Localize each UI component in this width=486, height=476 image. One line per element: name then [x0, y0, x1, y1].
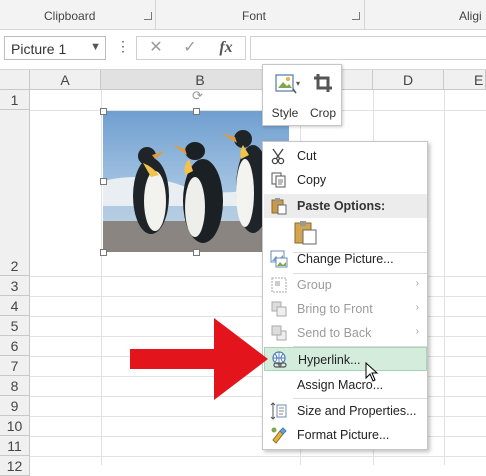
row-header-1[interactable]: 1 — [0, 90, 30, 110]
formula-bar: Picture 1 ▼ ⋮ ✕ ✓ fx — [0, 30, 486, 70]
alignment-group: Aligi — [365, 0, 486, 30]
style-label: Style — [271, 106, 299, 120]
change-picture-icon — [270, 250, 288, 268]
submenu-arrow-icon: › — [415, 326, 419, 337]
alignment-group-label: Aligi — [459, 9, 482, 23]
picture-style-icon — [275, 74, 297, 94]
formula-bar-grip-icon[interactable]: ⋮ — [116, 38, 130, 55]
resize-handle-bottom[interactable] — [193, 249, 200, 256]
crop-label: Crop — [309, 106, 336, 120]
menu-item-bring-to-front[interactable]: Bring to Front › — [264, 297, 427, 321]
mouse-cursor-icon — [365, 362, 379, 382]
crop-button[interactable]: Crop — [305, 69, 341, 123]
column-header-a[interactable]: A — [30, 70, 101, 90]
hyperlink-icon — [272, 351, 287, 368]
scissors-icon — [271, 148, 285, 165]
menu-item-send-to-back[interactable]: Send to Back › — [264, 321, 427, 345]
send-back-icon — [271, 325, 287, 341]
style-button[interactable]: ▾ Style — [267, 69, 303, 123]
menu-item-group-label: Group — [297, 278, 332, 292]
row-header-6[interactable]: 6 — [0, 336, 30, 356]
resize-handle-left[interactable] — [100, 178, 107, 185]
menu-item-group[interactable]: Group › — [264, 273, 427, 297]
font-launcher-icon[interactable] — [352, 12, 360, 20]
menu-item-format-picture-label: Format Picture... — [297, 428, 390, 442]
copy-icon — [271, 172, 286, 188]
paste-options-label: Paste Options: — [297, 199, 386, 213]
formula-input[interactable] — [250, 36, 486, 60]
menu-item-copy[interactable]: Copy — [264, 168, 427, 192]
menu-item-send-to-back-label: Send to Back — [297, 326, 372, 340]
name-box[interactable]: Picture 1 ▼ — [4, 36, 106, 60]
paste-option-picture[interactable] — [293, 220, 321, 248]
row-header-9[interactable]: 9 — [0, 396, 30, 416]
name-box-value: Picture 1 — [11, 41, 67, 57]
mini-toolbar: ▾ Style Crop — [262, 64, 342, 126]
resize-handle-top[interactable] — [193, 108, 200, 115]
menu-item-cut[interactable]: Cut — [264, 144, 427, 168]
menu-item-cut-label: Cut — [297, 149, 317, 163]
menu-item-size-and-properties[interactable]: Size and Properties... — [264, 399, 427, 423]
paste-picture-icon — [294, 221, 317, 245]
row-header-5[interactable]: 5 — [0, 316, 30, 336]
cancel-icon[interactable]: ✕ — [141, 37, 171, 59]
paste-options-header: Paste Options: — [264, 194, 427, 218]
menu-item-copy-label: Copy — [297, 173, 327, 187]
enter-icon[interactable]: ✓ — [175, 37, 205, 59]
menu-item-format-picture[interactable]: Format Picture... — [264, 423, 427, 447]
menu-item-hyperlink[interactable]: Hyperlink... — [264, 347, 427, 371]
row-header-12[interactable]: 12 — [0, 456, 30, 476]
group-icon — [271, 277, 287, 293]
submenu-arrow-icon: › — [415, 302, 419, 313]
rotate-handle-icon[interactable]: ⟳ — [192, 88, 203, 104]
clipboard-group-label: Clipboard — [44, 9, 96, 23]
crop-icon — [314, 74, 332, 92]
name-box-dropdown-icon[interactable]: ▼ — [90, 41, 101, 53]
menu-item-change-picture-label: Change Picture... — [297, 252, 394, 266]
resize-handle-bottom-left[interactable] — [100, 249, 107, 256]
bring-front-icon — [271, 301, 287, 317]
row-header-2[interactable]: 2 — [0, 110, 30, 276]
row-header-8[interactable]: 8 — [0, 376, 30, 396]
select-all-corner[interactable] — [0, 70, 30, 90]
context-menu: Cut Copy Paste Options: Change Picture..… — [262, 141, 428, 450]
size-properties-icon — [270, 402, 287, 420]
row-header-10[interactable]: 10 — [0, 416, 30, 436]
submenu-arrow-icon: › — [415, 278, 419, 289]
style-dropdown-icon: ▾ — [296, 79, 301, 88]
resize-handle-top-left[interactable] — [100, 108, 107, 115]
column-header-e[interactable]: E — [444, 70, 486, 90]
font-group: Font — [156, 0, 365, 30]
row-header-11[interactable]: 11 — [0, 436, 30, 456]
red-arrow-icon — [130, 318, 268, 400]
menu-item-hyperlink-label: Hyperlink... — [298, 353, 361, 367]
column-header-d[interactable]: D — [373, 70, 444, 90]
clipboard-group: Clipboard — [0, 0, 156, 30]
insert-function-icon[interactable]: fx — [211, 37, 241, 59]
paste-icon — [271, 198, 287, 215]
clipboard-launcher-icon[interactable] — [144, 12, 152, 20]
row-header-3[interactable]: 3 — [0, 276, 30, 296]
menu-item-bring-to-front-label: Bring to Front — [297, 302, 373, 316]
menu-item-assign-macro[interactable]: Assign Macro... — [264, 373, 427, 397]
format-picture-icon — [271, 427, 287, 444]
row-header-4[interactable]: 4 — [0, 296, 30, 316]
menu-item-size-and-properties-label: Size and Properties... — [297, 404, 417, 418]
ribbon-group-labels: Clipboard Font Aligi — [0, 0, 486, 30]
formula-buttons: ✕ ✓ fx — [136, 36, 246, 60]
font-group-label: Font — [242, 9, 267, 23]
menu-item-change-picture[interactable]: Change Picture... — [264, 247, 427, 271]
row-header-7[interactable]: 7 — [0, 356, 30, 376]
